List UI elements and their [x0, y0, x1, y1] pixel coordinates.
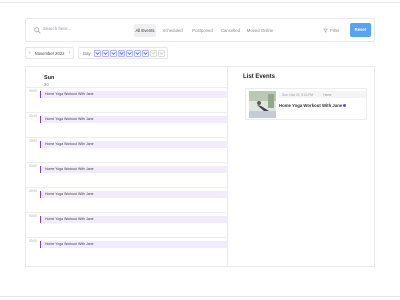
view-option-icon[interactable]: [101, 49, 109, 57]
list-events-title: List Events: [243, 74, 276, 80]
view-option-icon[interactable]: [109, 49, 117, 57]
reset-button[interactable]: Reset: [350, 23, 371, 37]
event-location: Home: [323, 92, 332, 97]
event-card-title: Home Yoga Workout With Jane: [279, 103, 347, 108]
view-switcher: Day: [78, 47, 168, 59]
tab-all-events[interactable]: All Events: [134, 24, 156, 37]
calendar-event[interactable]: Home Yoga Workout With Jane: [40, 166, 228, 173]
calendar-toolbar: ‹ November 2022 › Day: [25, 47, 168, 59]
event-meta: Sun, Nov 20, 5:00 PM Home: [279, 91, 366, 98]
slot-time: 00:00: [29, 139, 37, 143]
calendar-event[interactable]: Home Yoga Workout With Jane: [40, 141, 228, 148]
time-slot: 00:00 Home Yoga Workout With Jane: [26, 87, 228, 111]
calendar-event[interactable]: Home Yoga Workout With Jane: [40, 191, 228, 198]
bottom-divider: [0, 296, 400, 297]
time-slot: 00:00 Home Yoga Workout With Jane: [26, 212, 228, 236]
next-icon[interactable]: ›: [68, 50, 70, 56]
view-option-icon[interactable]: [133, 49, 141, 57]
time-slot: 00:00 Home Yoga Workout With Jane: [26, 162, 228, 186]
filter-label: Filter: [330, 28, 340, 33]
filter-bar: Search here... All Events Scheduled Post…: [25, 18, 375, 42]
calendar-event[interactable]: Home Yoga Workout With Jane: [40, 116, 228, 123]
day-name: Sun: [44, 75, 55, 81]
tab-postponed[interactable]: Postponed: [190, 24, 215, 37]
time-slot: 00:00 Home Yoga Workout With Jane: [26, 137, 228, 161]
event-thumbnail: [249, 91, 276, 118]
tab-scheduled[interactable]: Scheduled: [160, 24, 185, 37]
view-option-icon[interactable]: [149, 49, 157, 57]
current-month: November 2022: [34, 50, 65, 56]
tab-moved-online[interactable]: Moved Online: [245, 24, 275, 37]
slot-time: 00:00: [29, 164, 37, 168]
event-date: Sun, Nov 20, 5:00 PM: [282, 92, 314, 97]
view-option-icon[interactable]: [141, 49, 149, 57]
time-slot: 00:00 Home Yoga Workout With Jane: [26, 237, 228, 261]
status-dot-icon: [343, 104, 347, 108]
event-card-title-text: Home Yoga Workout With Jane: [279, 103, 343, 108]
search-icon: [34, 27, 41, 34]
slot-time: 00:00: [29, 214, 37, 218]
day-column: Sun 20 00:00 Home Yoga Workout With Jane…: [26, 67, 228, 266]
view-option-icon[interactable]: [125, 49, 133, 57]
view-label: Day: [83, 50, 91, 56]
filter-button[interactable]: Filter: [323, 26, 340, 35]
time-slot: 00:00 Home Yoga Workout With Jane: [26, 187, 228, 211]
prev-icon[interactable]: ‹: [29, 50, 31, 56]
view-option-icon[interactable]: [157, 49, 165, 57]
calendar-event[interactable]: Home Yoga Workout With Jane: [40, 241, 228, 248]
top-divider: [0, 2, 400, 3]
slot-time: 00:00: [29, 189, 37, 193]
calendar-panel: Sun 20 00:00 Home Yoga Workout With Jane…: [25, 66, 375, 267]
slot-time: 00:00: [29, 114, 37, 118]
search-input[interactable]: Search here...: [43, 26, 71, 31]
slot-time: 00:00: [29, 239, 37, 243]
slot-time: 00:00: [29, 89, 37, 93]
calendar-event[interactable]: Home Yoga Workout With Jane: [40, 216, 228, 223]
time-slot: 00:00 Home Yoga Workout With Jane: [26, 112, 228, 136]
view-option-icon[interactable]: [93, 49, 101, 57]
calendar-event[interactable]: Home Yoga Workout With Jane: [40, 91, 228, 98]
event-card[interactable]: Sun, Nov 20, 5:00 PM Home Home Yoga Work…: [245, 88, 367, 120]
tab-cancelled[interactable]: Cancelled: [218, 24, 243, 37]
filter-icon: [323, 28, 328, 33]
date-navigator: ‹ November 2022 ›: [25, 47, 75, 59]
view-option-icon[interactable]: [117, 49, 125, 57]
